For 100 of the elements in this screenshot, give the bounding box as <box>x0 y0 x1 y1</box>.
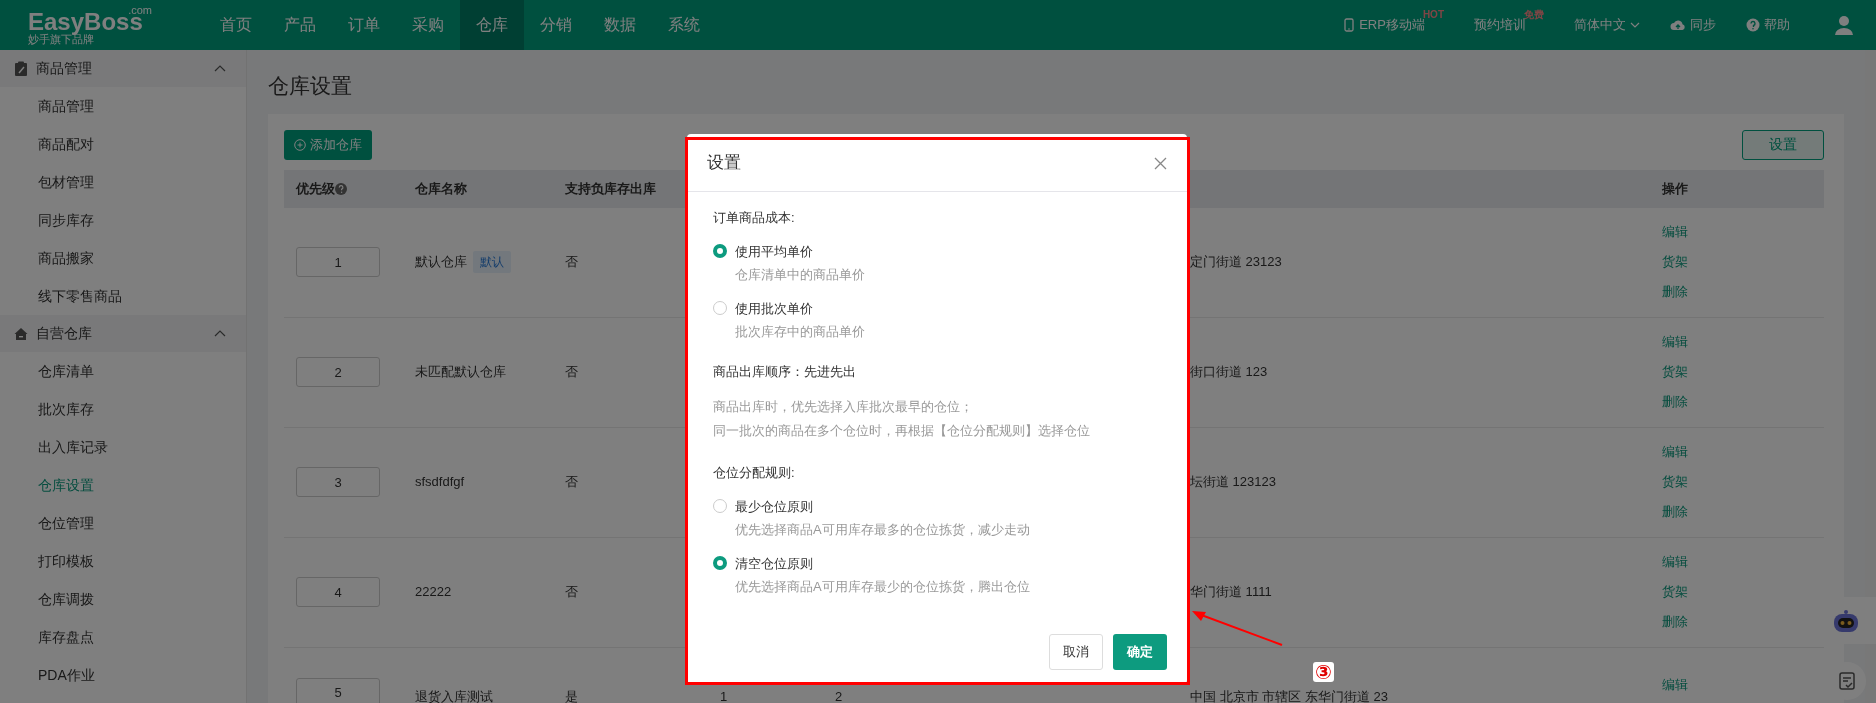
sidebar-item[interactable]: 出入库记录 <box>0 428 246 466</box>
priority-field[interactable]: 4 <box>296 577 380 607</box>
priority-field[interactable]: 3 <box>296 467 380 497</box>
sidebar-item[interactable]: 同步库存 <box>0 201 246 239</box>
cancel-button[interactable]: 取消 <box>1049 634 1103 670</box>
table-cell: 否 <box>565 254 578 270</box>
user-avatar-icon <box>1834 15 1854 35</box>
column-header: 支持负库存出库 <box>565 180 656 196</box>
table-cell: 否 <box>565 474 578 490</box>
table-cell: 否 <box>565 584 578 600</box>
option-description: 仓库清单中的商品单价 <box>734 266 866 284</box>
cloud-upload-icon <box>1670 18 1686 32</box>
radio-button[interactable] <box>713 244 727 259</box>
action-link[interactable]: 删除 <box>1662 387 1690 417</box>
warehouse-name: 22222 <box>415 583 452 602</box>
sidebar-item[interactable]: 仓库清单 <box>0 352 246 390</box>
default-tag: 默认 <box>473 251 511 273</box>
header-link[interactable]: ERP移动端 <box>1343 15 1425 35</box>
header-link[interactable]: 同步 <box>1670 15 1716 35</box>
sidebar-item[interactable]: PDA作业 <box>0 656 246 694</box>
sidebar-item[interactable]: 商品管理 <box>0 87 246 125</box>
priority-field[interactable]: 2 <box>296 357 380 387</box>
sidebar-group-header[interactable]: 商品管理 <box>0 50 246 87</box>
sidebar-item[interactable]: 库存盘点 <box>0 618 246 656</box>
clipboard-icon <box>14 61 28 76</box>
priority-field[interactable]: 1 <box>296 247 380 277</box>
dialog-title: 设置 <box>707 151 741 174</box>
action-link[interactable]: 删除 <box>1662 497 1690 527</box>
section-label: 仓位分配规则: <box>713 464 796 482</box>
sidebar-item[interactable]: 商品搬家 <box>0 239 246 277</box>
address-cell: 中国 北京市 市辖区 东华门街道 23 <box>1190 688 1388 703</box>
nav-tab[interactable]: 分销 <box>524 0 588 50</box>
action-link[interactable]: 编辑 <box>1662 547 1690 577</box>
sidebar-item[interactable]: 包材管理 <box>0 163 246 201</box>
nav-tab[interactable]: 订单 <box>332 0 396 50</box>
action-link[interactable]: 货架 <box>1662 577 1690 607</box>
promo-label: 免费 <box>1524 8 1544 21</box>
house-icon <box>14 326 28 341</box>
sidebar-item[interactable]: 打印模板 <box>0 542 246 580</box>
info-text: 商品出库时，优先选择入库批次最早的仓位； <box>713 398 974 416</box>
action-link[interactable]: 编辑 <box>1662 217 1690 247</box>
header-link[interactable]: 预约培训 <box>1474 15 1526 35</box>
sidebar-item[interactable]: 仓库调拨 <box>0 580 246 618</box>
sidebar-item[interactable]: 仓库设置 <box>0 466 246 504</box>
help-icon <box>335 183 347 196</box>
sidebar-group-title: 商品管理 <box>36 59 93 78</box>
column-header: 优先级 <box>296 180 335 196</box>
sidebar-group-header[interactable]: 自营仓库 <box>0 315 246 352</box>
header-link[interactable]: 帮助 <box>1746 15 1790 35</box>
warehouse-name: 退货入库测试 <box>415 689 493 703</box>
action-link[interactable]: 货架 <box>1662 357 1690 387</box>
radio-option[interactable]: 使用平均单价 <box>713 241 1161 261</box>
user-menu[interactable] <box>1834 15 1854 35</box>
language-dropdown[interactable]: 简体中文 <box>1574 15 1640 35</box>
action-link[interactable]: 编辑 <box>1662 437 1690 467</box>
add-warehouse-button[interactable]: 添加仓库 <box>284 129 372 160</box>
plus-circle-icon <box>294 138 306 151</box>
action-link[interactable]: 删除 <box>1662 277 1690 307</box>
chevron-up-icon <box>214 330 226 337</box>
robot-icon <box>1831 609 1861 633</box>
radio-option[interactable]: 最少仓位原则 <box>713 496 1161 516</box>
sidebar-item[interactable]: 商品配对 <box>0 125 246 163</box>
option-description: 优先选择商品A可用库存最多的仓位拣货，减少走动 <box>734 521 1031 539</box>
table-cell: 是 <box>565 688 578 703</box>
address-cell: 街口街道 123 <box>1190 364 1268 380</box>
logo-tagline: 妙手旗下品牌 <box>28 34 94 45</box>
sidebar-item[interactable]: 线下零售商品 <box>0 277 246 315</box>
action-link[interactable]: 货架 <box>1662 467 1690 497</box>
sidebar-item[interactable]: 批次库存 <box>0 390 246 428</box>
action-link[interactable]: 货架 <box>1662 247 1690 277</box>
chevron-up-icon <box>214 65 226 72</box>
priority-field[interactable]: 5 <box>296 677 380 703</box>
nav-tab[interactable]: 仓库 <box>460 0 524 50</box>
note-icon <box>1838 672 1856 690</box>
logo-suffix: .com <box>128 5 152 16</box>
sidebar-item[interactable]: 仓位管理 <box>0 504 246 542</box>
radio-option[interactable]: 清空仓位原则 <box>713 553 1161 573</box>
table-cell: 否 <box>565 364 578 380</box>
radio-option[interactable]: 使用批次单价 <box>713 298 1161 318</box>
action-link[interactable]: 编辑 <box>1662 327 1690 357</box>
nav-tab[interactable]: 产品 <box>268 0 332 50</box>
confirm-button[interactable]: 确定 <box>1113 634 1167 670</box>
action-link[interactable]: 删除 <box>1662 607 1690 637</box>
phone-icon <box>1343 18 1356 32</box>
warehouse-name: sfsdfdfgf <box>415 473 465 492</box>
nav-tab[interactable]: 数据 <box>588 0 652 50</box>
warehouse-name: 默认仓库 <box>415 253 467 272</box>
option-description: 优先选择商品A可用库存最少的仓位拣货，腾出仓位 <box>734 578 1031 596</box>
address-cell: 定门街道 23123 <box>1190 254 1282 270</box>
radio-button[interactable] <box>713 301 727 316</box>
action-link[interactable]: 编辑 <box>1662 669 1690 700</box>
radio-button[interactable] <box>713 556 727 571</box>
radio-button[interactable] <box>713 499 727 514</box>
settings-button[interactable]: 设置 <box>1742 129 1824 160</box>
promo-label: HOT <box>1422 8 1444 21</box>
annotation-marker: ③ <box>1313 662 1334 682</box>
nav-tab[interactable]: 系统 <box>652 0 716 50</box>
nav-tab[interactable]: 采购 <box>396 0 460 50</box>
section-label: 商品出库顺序：先进先出 <box>713 362 857 381</box>
nav-tab[interactable]: 首页 <box>204 0 268 50</box>
